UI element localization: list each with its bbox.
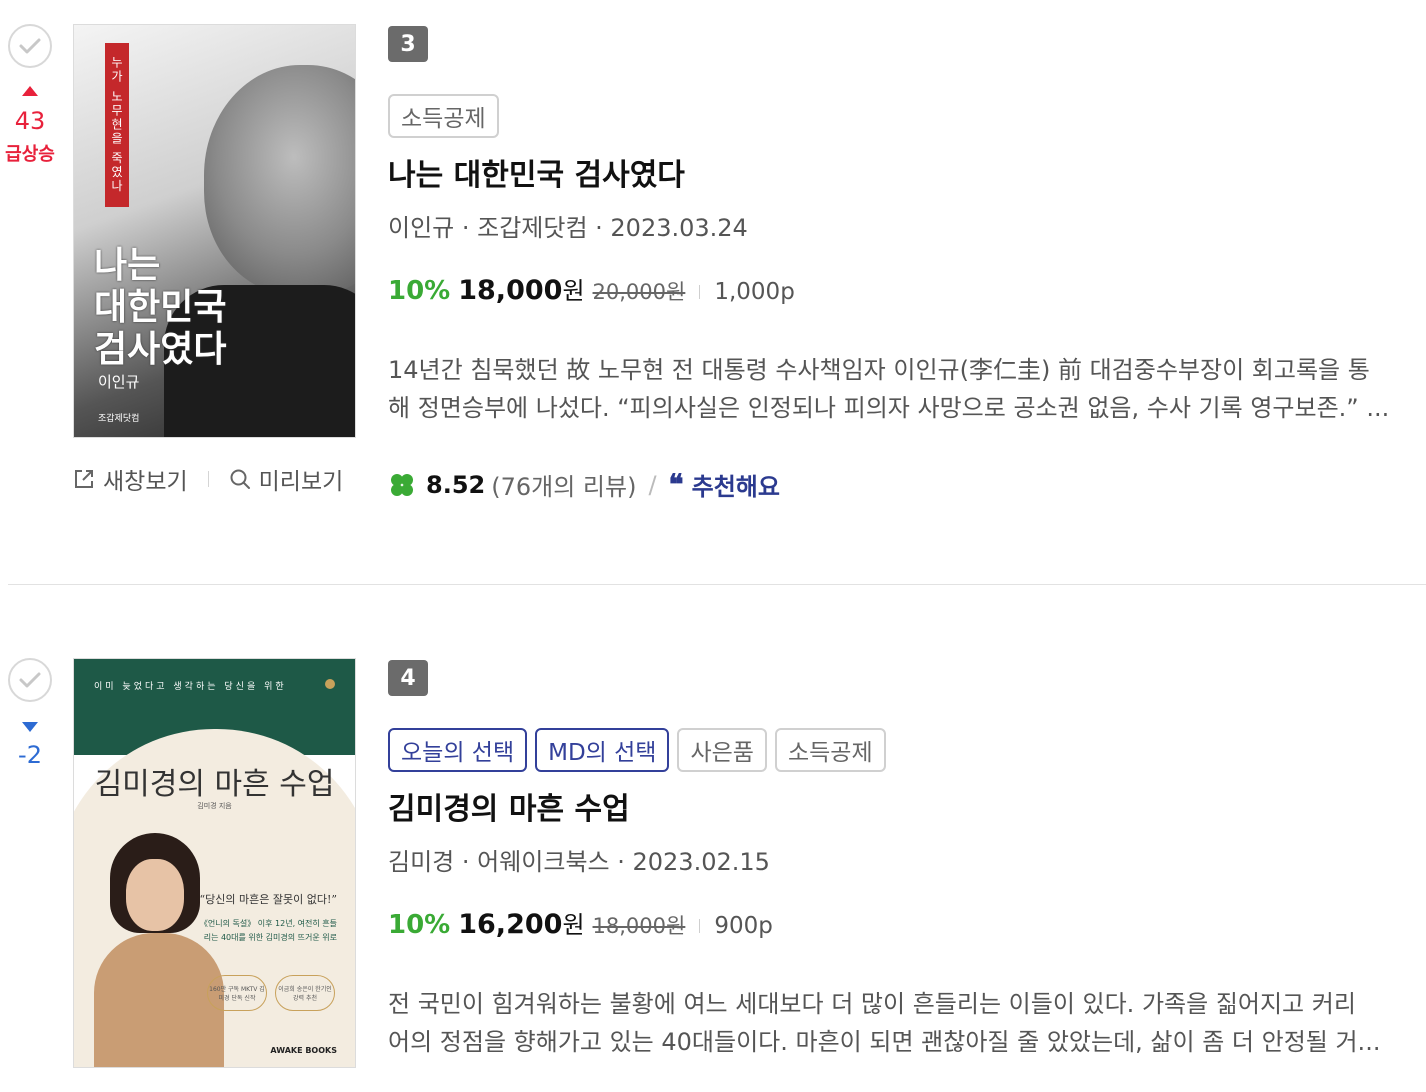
cover-publisher: 조갑제닷컴 bbox=[98, 414, 140, 424]
select-checkbox[interactable] bbox=[8, 658, 52, 702]
rank-badge: 4 bbox=[388, 660, 428, 696]
cover-badge: 160만 구독 MKTV 김미경 단독 신작 bbox=[207, 975, 267, 1011]
rank-change-label: 급상승 bbox=[5, 144, 55, 165]
divider bbox=[699, 284, 701, 299]
check-icon bbox=[19, 672, 41, 688]
cover-portrait bbox=[94, 833, 224, 1067]
cover-author: 이인규 bbox=[98, 373, 140, 391]
check-icon bbox=[19, 38, 41, 54]
reward-points: 900p bbox=[714, 913, 773, 939]
price-row: 10% 16,200원 18,000원 900p bbox=[388, 908, 1418, 943]
original-price: 20,000원 bbox=[592, 280, 686, 304]
book-info: 3 소득공제 나는 대한민국 검사였다 이인규 · 조갑제닷컴 · 2023.0… bbox=[388, 26, 1418, 502]
tag-income-deduction[interactable]: 소득공제 bbox=[774, 728, 886, 772]
divider bbox=[699, 918, 701, 933]
rank-change-value: -2 bbox=[18, 741, 42, 769]
cover-publisher-logo: AWAKE BOOKS bbox=[270, 1046, 337, 1055]
recommend-label: 추천해요 bbox=[691, 473, 780, 501]
rank-change: 43 급상승 bbox=[0, 86, 60, 166]
search-icon bbox=[230, 469, 250, 489]
select-checkbox[interactable] bbox=[8, 24, 52, 68]
book-info: 4 오늘의 선택 MD의 선택 사은품 소득공제 김미경의 마흔 수업 김미경 … bbox=[388, 660, 1418, 1061]
book-title[interactable]: 김미경의 마흔 수업 bbox=[388, 790, 1418, 830]
preview-button[interactable]: 미리보기 bbox=[229, 462, 343, 496]
book-meta: 이인규 · 조갑제닷컴 · 2023.03.24 bbox=[388, 214, 748, 242]
clover-icon bbox=[388, 471, 416, 499]
book-description: 14년간 침묵했던 故 노무현 전 대통령 수사책임자 이인규(李仁圭) 前 대… bbox=[388, 356, 1390, 422]
original-price: 18,000원 bbox=[592, 914, 686, 938]
review-separator: / bbox=[648, 470, 657, 499]
tag-list: 오늘의 선택 MD의 선택 사은품 소득공제 bbox=[388, 728, 1418, 772]
book-list-item: -2 이미 늦었다고 생각하는 당신을 위한 김미경의 마흔 수업 김미경 지음… bbox=[0, 634, 1426, 1092]
new-window-button[interactable]: 새창보기 bbox=[73, 462, 188, 496]
book-cover[interactable]: 이미 늦었다고 생각하는 당신을 위한 김미경의 마흔 수업 김미경 지음 “당… bbox=[73, 658, 356, 1068]
cover-title: 나는 대한민국 검사였다 bbox=[94, 245, 227, 370]
tag-list: 소득공제 bbox=[388, 94, 1418, 138]
reward-points: 1,000p bbox=[714, 279, 795, 305]
review-row: 8.52 (76개의 리뷰) / ❝ 추천해요 bbox=[388, 467, 1418, 502]
external-link-icon bbox=[75, 470, 93, 488]
rating-score: 8.52 bbox=[426, 470, 486, 499]
tag-today-pick[interactable]: 오늘의 선택 bbox=[388, 728, 528, 772]
rank-up-icon bbox=[22, 86, 38, 96]
tag-income-deduction[interactable]: 소득공제 bbox=[388, 94, 499, 138]
cover-blurb: 《언니의 독설》 이후 12년, 여전히 흔들리는 40대를 위한 김미경의 뜨… bbox=[199, 919, 337, 942]
book-title[interactable]: 나는 대한민국 검사였다 bbox=[388, 156, 1418, 196]
book-cover[interactable]: 누가 노무현을 죽였나 나는 대한민국 검사였다 이인규 조갑제닷컴 bbox=[73, 24, 356, 438]
cover-badge: 이금희 송은이 한기인 강력 추천 bbox=[275, 975, 335, 1011]
item-divider bbox=[8, 584, 1426, 585]
rank-badge: 3 bbox=[388, 26, 428, 62]
book-description: 전 국민이 힘겨워하는 불황에 여느 세대보다 더 많이 흔들리는 이들이 있다… bbox=[388, 990, 1381, 1056]
discount-rate: 10% bbox=[388, 276, 451, 306]
cover-title: 김미경의 마흔 수업 bbox=[94, 767, 335, 802]
cover-red-bar: 누가 노무현을 죽였나 bbox=[105, 43, 129, 207]
quote-icon: ❝ bbox=[668, 468, 684, 501]
rank-change-value: 43 bbox=[14, 107, 46, 135]
tag-gift[interactable]: 사은품 bbox=[677, 728, 767, 772]
rank-change: -2 bbox=[0, 722, 60, 768]
book-meta: 김미경 · 어웨이크북스 · 2023.02.15 bbox=[388, 848, 770, 876]
cover-top-line: 이미 늦었다고 생각하는 당신을 위한 bbox=[94, 682, 287, 692]
review-count[interactable]: (76개의 리뷰) bbox=[491, 467, 636, 502]
rank-down-icon bbox=[22, 722, 38, 732]
discount-rate: 10% bbox=[388, 910, 451, 940]
cover-subtitle: 김미경 지음 bbox=[197, 802, 232, 810]
sale-price: 18,000원 bbox=[458, 275, 585, 306]
price-row: 10% 18,000원 20,000원 1,000p bbox=[388, 274, 1418, 309]
divider bbox=[207, 471, 209, 487]
book-list-item: 43 급상승 누가 노무현을 죽였나 나는 대한민국 검사였다 이인규 조갑제닷… bbox=[0, 0, 1426, 584]
cover-actions: 새창보기 미리보기 bbox=[73, 462, 356, 496]
cover-quote: “당신의 마흔은 잘못이 없다!” bbox=[199, 893, 337, 906]
sale-price: 16,200원 bbox=[458, 909, 585, 940]
tag-md-pick[interactable]: MD의 선택 bbox=[535, 728, 670, 772]
